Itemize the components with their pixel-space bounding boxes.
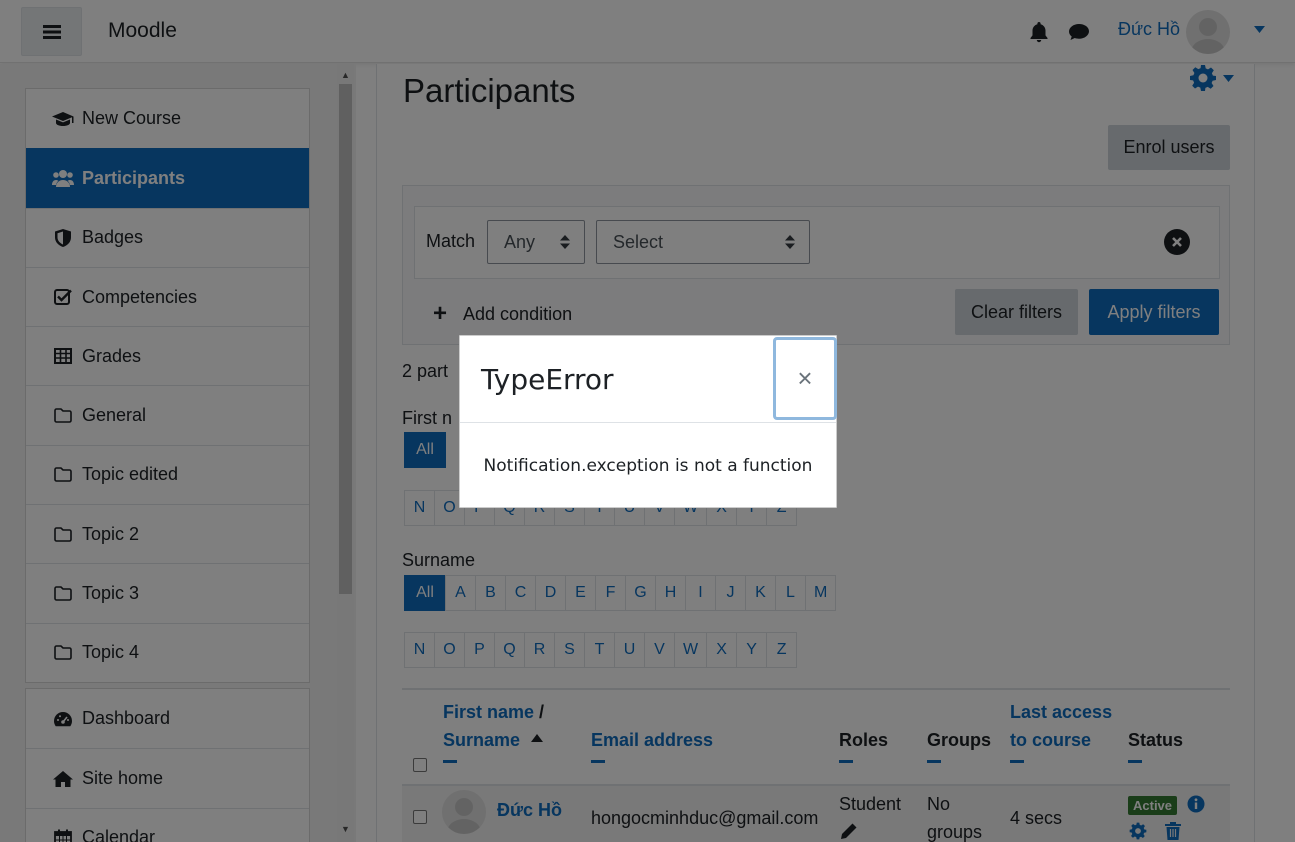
modal-close-button[interactable]: ×	[773, 337, 837, 420]
modal-header: TypeError ×	[460, 336, 837, 423]
error-modal: TypeError × Notification.exception is no…	[459, 335, 837, 508]
modal-message: Notification.exception is not a function	[483, 456, 813, 476]
close-icon: ×	[797, 363, 813, 393]
modal-title: TypeError	[481, 363, 614, 396]
